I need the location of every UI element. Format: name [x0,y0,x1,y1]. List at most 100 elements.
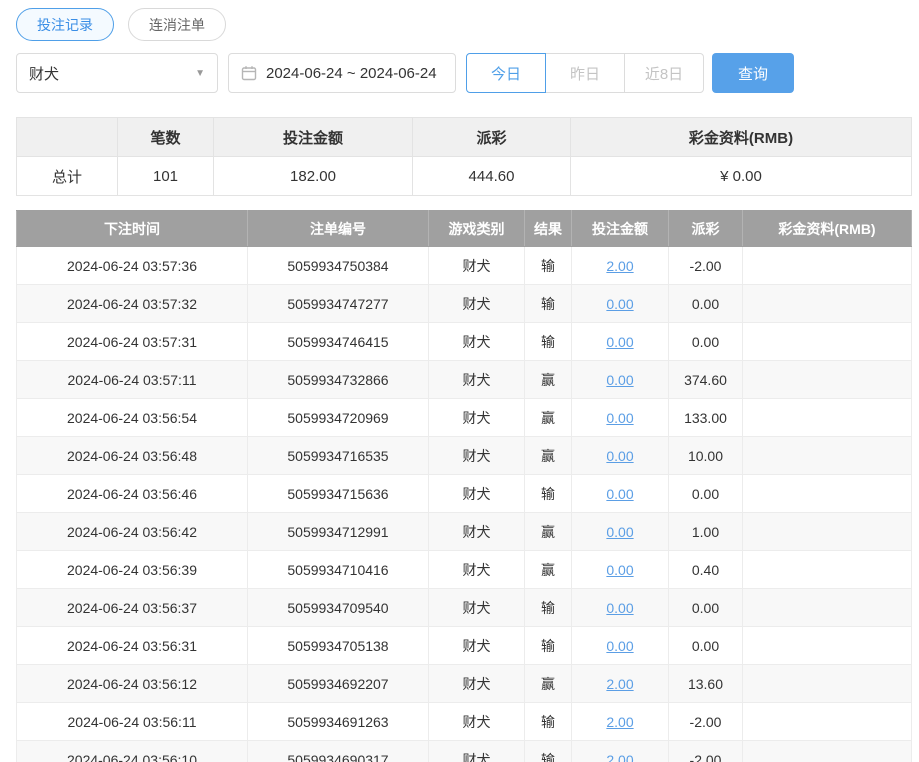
order-id: 5059934746415 [248,323,429,361]
table-row: 2024-06-24 03:56:115059934691263财犬输2.00-… [17,703,912,741]
table-row: 2024-06-24 03:56:485059934716535财犬赢0.001… [17,437,912,475]
bet-amount-cell: 0.00 [572,475,669,513]
bet-amount-link[interactable]: 2.00 [606,752,633,762]
bet-amount-link[interactable]: 2.00 [606,258,633,274]
records-header-time: 下注时间 [17,211,248,247]
game-type: 财犬 [429,399,525,437]
payout-value: -2.00 [669,247,743,285]
bonus-value [743,513,912,551]
bonus-value [743,703,912,741]
bet-time: 2024-06-24 03:56:48 [17,437,248,475]
table-row: 2024-06-24 03:56:425059934712991财犬赢0.001… [17,513,912,551]
table-row: 2024-06-24 03:56:465059934715636财犬输0.000… [17,475,912,513]
summary-count-value: 101 [118,157,214,196]
tab-bet-records[interactable]: 投注记录 [16,8,114,41]
table-row: 2024-06-24 03:56:125059934692207财犬赢2.001… [17,665,912,703]
payout-value: 13.60 [669,665,743,703]
search-button[interactable]: 查询 [712,53,794,93]
result: 赢 [525,399,572,437]
order-id: 5059934710416 [248,551,429,589]
records-header-game-type: 游戏类别 [429,211,525,247]
order-id: 5059934750384 [248,247,429,285]
bonus-value [743,665,912,703]
bet-amount-cell: 0.00 [572,437,669,475]
quick-date-group: 今日 昨日 近8日 [466,53,704,93]
result: 输 [525,741,572,762]
bet-amount-link[interactable]: 0.00 [606,600,633,616]
order-id: 5059934747277 [248,285,429,323]
payout-value: 0.00 [669,589,743,627]
bet-amount-link[interactable]: 0.00 [606,334,633,350]
summary-header-empty [17,118,118,157]
table-row: 2024-06-24 03:56:395059934710416财犬赢0.000… [17,551,912,589]
result: 输 [525,323,572,361]
bet-amount-link[interactable]: 0.00 [606,448,633,464]
table-row: 2024-06-24 03:57:315059934746415财犬输0.000… [17,323,912,361]
result: 赢 [525,665,572,703]
table-row: 2024-06-24 03:56:315059934705138财犬输0.000… [17,627,912,665]
bet-amount-cell: 2.00 [572,247,669,285]
order-id: 5059934692207 [248,665,429,703]
payout-value: 0.00 [669,323,743,361]
bet-time: 2024-06-24 03:56:54 [17,399,248,437]
bet-amount-link[interactable]: 2.00 [606,714,633,730]
table-row: 2024-06-24 03:57:325059934747277财犬输0.000… [17,285,912,323]
yesterday-button[interactable]: 昨日 [545,53,625,93]
result: 输 [525,285,572,323]
bet-amount-cell: 0.00 [572,361,669,399]
result: 赢 [525,513,572,551]
bet-amount-link[interactable]: 2.00 [606,676,633,692]
chevron-down-icon: ▼ [195,68,205,79]
bet-time: 2024-06-24 03:56:46 [17,475,248,513]
records-header-payout: 派彩 [669,211,743,247]
summary-header-count: 笔数 [118,118,214,157]
bet-amount-cell: 0.00 [572,627,669,665]
order-id: 5059934716535 [248,437,429,475]
records-table: 下注时间 注单编号 游戏类别 结果 投注金额 派彩 彩金资料(RMB) 2024… [16,210,912,762]
summary-row: 总计 101 182.00 444.60 ¥ 0.00 [17,157,912,196]
payout-value: -2.00 [669,741,743,762]
table-row: 2024-06-24 03:57:365059934750384财犬输2.00-… [17,247,912,285]
bet-amount-link[interactable]: 0.00 [606,410,633,426]
payout-value: 0.00 [669,285,743,323]
bonus-value [743,285,912,323]
order-id: 5059934715636 [248,475,429,513]
bonus-value [743,551,912,589]
bet-amount-link[interactable]: 0.00 [606,296,633,312]
order-id: 5059934705138 [248,627,429,665]
bet-amount-link[interactable]: 0.00 [606,372,633,388]
date-range-input[interactable]: 2024-06-24 ~ 2024-06-24 [228,53,456,93]
bet-amount-link[interactable]: 0.00 [606,524,633,540]
table-row: 2024-06-24 03:56:545059934720969财犬赢0.001… [17,399,912,437]
game-type: 财犬 [429,323,525,361]
bet-amount-cell: 0.00 [572,513,669,551]
page: 投注记录 连消注单 财犬 ▼ 2024-06-24 ~ 2024-06-24 今… [0,0,919,762]
game-type: 财犬 [429,627,525,665]
bet-amount-cell: 0.00 [572,323,669,361]
tab-cancelled-orders[interactable]: 连消注单 [128,8,226,41]
today-button[interactable]: 今日 [466,53,546,93]
game-type: 财犬 [429,589,525,627]
result: 输 [525,703,572,741]
payout-value: 1.00 [669,513,743,551]
bet-amount-link[interactable]: 0.00 [606,562,633,578]
bonus-value [743,247,912,285]
bonus-value [743,437,912,475]
game-type: 财犬 [429,247,525,285]
bet-amount-link[interactable]: 0.00 [606,638,633,654]
bet-amount-cell: 2.00 [572,703,669,741]
bet-time: 2024-06-24 03:56:11 [17,703,248,741]
game-select-value: 财犬 [29,63,59,84]
payout-value: 0.40 [669,551,743,589]
last-8-days-button[interactable]: 近8日 [624,53,704,93]
bet-amount-cell: 2.00 [572,741,669,762]
result: 输 [525,627,572,665]
summary-bonus-value: ¥ 0.00 [571,157,912,196]
bonus-value [743,361,912,399]
bet-time: 2024-06-24 03:57:36 [17,247,248,285]
game-type: 财犬 [429,703,525,741]
bet-time: 2024-06-24 03:56:31 [17,627,248,665]
bet-amount-link[interactable]: 0.00 [606,486,633,502]
records-header-bet-amount: 投注金额 [572,211,669,247]
game-select[interactable]: 财犬 ▼ [16,53,218,93]
